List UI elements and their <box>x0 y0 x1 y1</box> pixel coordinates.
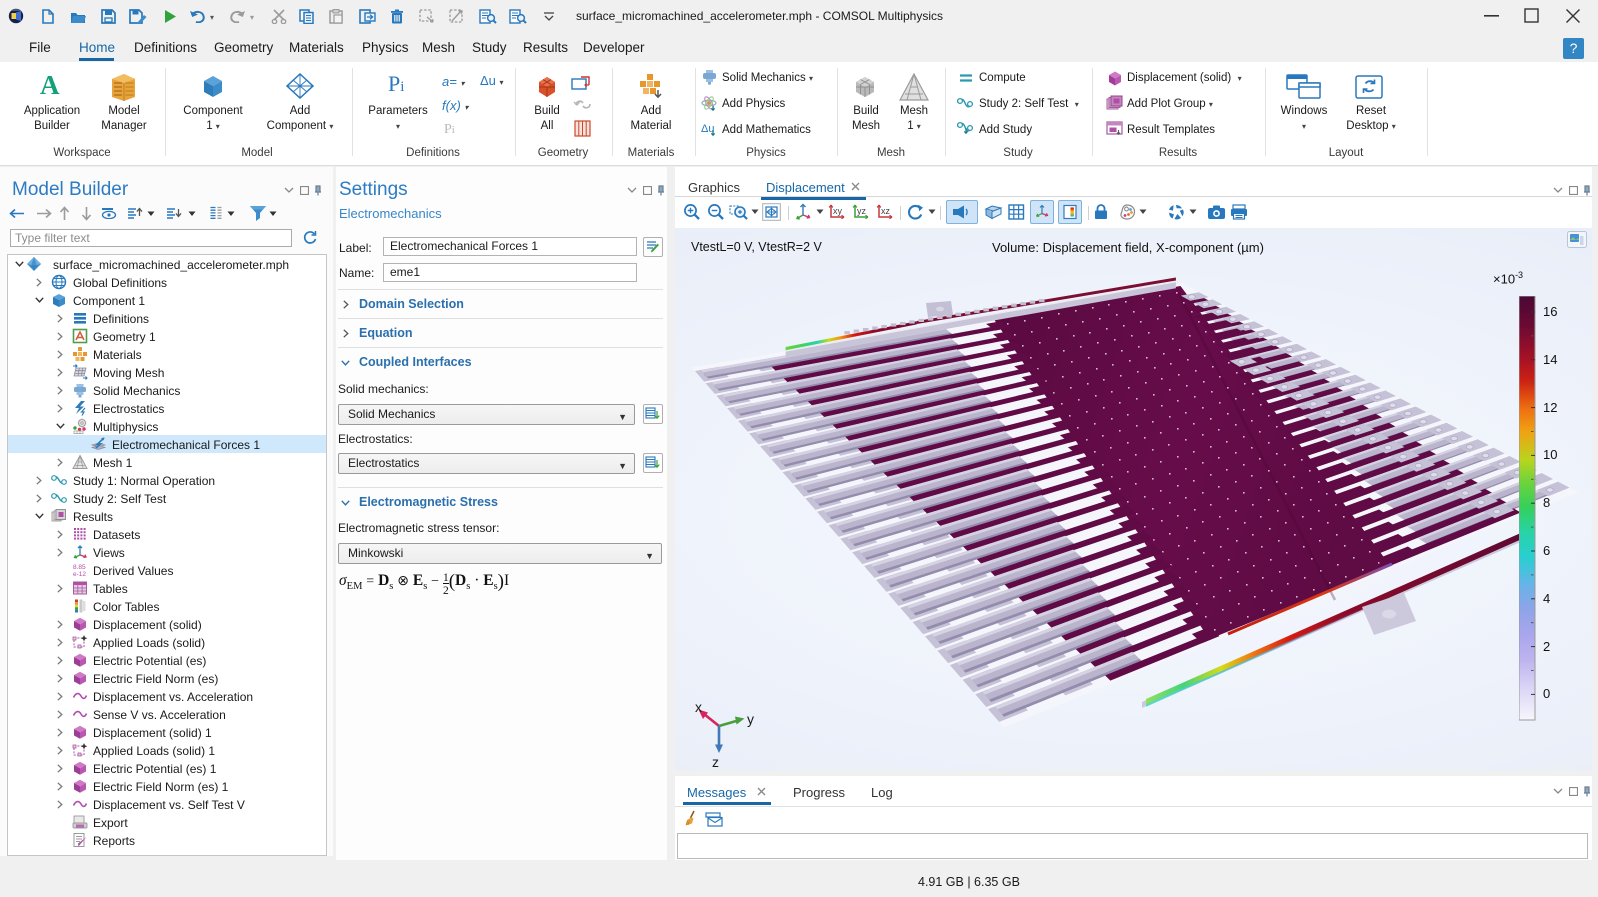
svg-text:yz: yz <box>857 206 867 216</box>
svg-text:xz: xz <box>881 206 891 216</box>
svg-text:y: y <box>747 711 754 727</box>
svg-text:z: z <box>712 754 719 770</box>
svg-text:e-12: e-12 <box>73 571 86 578</box>
svg-text:8.85: 8.85 <box>73 564 86 571</box>
svg-text:x: x <box>695 700 702 715</box>
svg-text:xy: xy <box>833 206 843 216</box>
